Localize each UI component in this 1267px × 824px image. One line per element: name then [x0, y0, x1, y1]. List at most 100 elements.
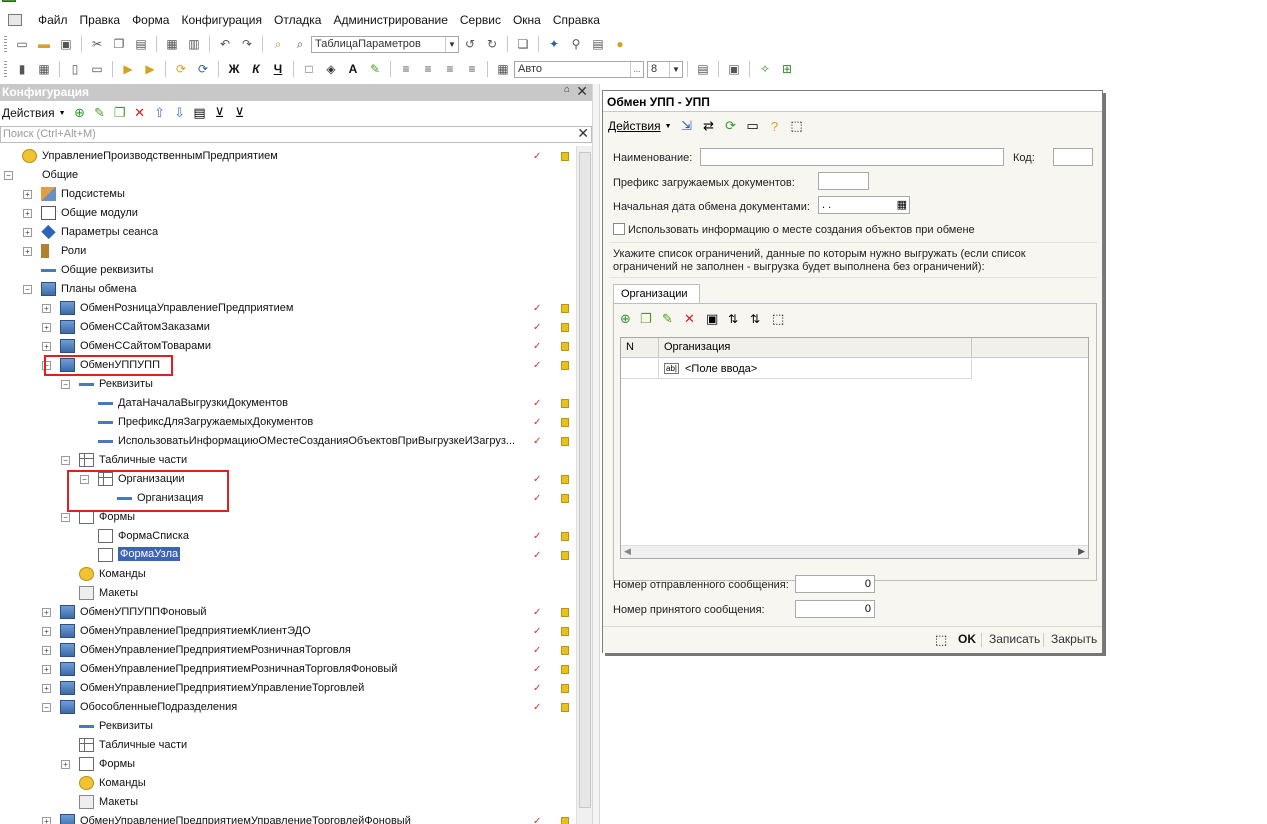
- tree-node[interactable]: ФормаСписка ✓: [0, 527, 576, 546]
- update-icon[interactable]: ⟳: [171, 60, 191, 78]
- delete-icon[interactable]: ✕: [131, 104, 149, 122]
- tree-node-label[interactable]: ОбменУправлениеПредприятиемРозничнаяТорг…: [80, 644, 351, 656]
- menu-edit[interactable]: Правка: [74, 13, 127, 27]
- collapse-icon[interactable]: −: [61, 513, 70, 522]
- syntax-helper-icon[interactable]: ⚲: [566, 35, 586, 53]
- tree-node[interactable]: − Табличные части: [0, 451, 576, 470]
- exchange-icon[interactable]: ⇄: [699, 117, 719, 135]
- compare-icon[interactable]: ▭: [87, 60, 107, 78]
- tree-node[interactable]: ПрефиксДляЗагружаемыхДокументов ✓: [0, 413, 576, 432]
- find-prev-icon[interactable]: ↺: [460, 35, 480, 53]
- scroll-right-icon[interactable]: ▶: [1078, 546, 1085, 557]
- menu-file[interactable]: Файл: [28, 13, 74, 27]
- delete-row-icon[interactable]: ✕: [684, 311, 706, 327]
- expand-icon[interactable]: +: [42, 665, 51, 674]
- chevron-down-icon[interactable]: ▼: [59, 110, 66, 117]
- copy-icon[interactable]: ❐: [109, 35, 129, 53]
- tree-node[interactable]: Табличные части: [0, 736, 576, 755]
- tree-node-label[interactable]: ОбменУправлениеПредприятиемУправлениеТор…: [80, 815, 411, 824]
- refresh-icon[interactable]: ⟳: [721, 117, 741, 135]
- edit-row-icon[interactable]: ✎: [662, 311, 684, 327]
- collapse-icon[interactable]: −: [61, 456, 70, 465]
- export-icon[interactable]: ▣: [724, 60, 744, 78]
- cut-icon[interactable]: ✂: [87, 35, 107, 53]
- tab-organizations[interactable]: Организации: [613, 284, 700, 304]
- grid-icon[interactable]: ▦: [493, 60, 513, 78]
- collapse-icon[interactable]: −: [42, 703, 51, 712]
- expand-icon[interactable]: +: [23, 228, 32, 237]
- paste-icon[interactable]: ▤: [131, 35, 151, 53]
- tree-node[interactable]: + ОбменУправлениеПредприятиемУправлениеТо…: [0, 812, 576, 824]
- prefix-field[interactable]: [818, 172, 869, 190]
- tree-node[interactable]: ФормаУзла ✓: [0, 546, 576, 565]
- run-debug-icon[interactable]: ▶: [118, 60, 138, 78]
- justify-icon[interactable]: ≡: [462, 60, 482, 78]
- sort-asc-icon[interactable]: ⇅: [728, 312, 750, 326]
- expand-icon[interactable]: +: [42, 608, 51, 617]
- tree-node[interactable]: + Общие модули: [0, 204, 576, 223]
- add-row-icon[interactable]: ⊕: [620, 311, 640, 327]
- tree-node-label[interactable]: Планы обмена: [61, 283, 137, 295]
- wizard-icon[interactable]: ✦: [544, 35, 564, 53]
- add-element-icon[interactable]: ⊞: [777, 60, 797, 78]
- highlight-icon[interactable]: ✎: [365, 60, 385, 78]
- sent-number-field[interactable]: 0: [795, 575, 875, 593]
- expand-icon[interactable]: +: [61, 760, 70, 769]
- organizations-grid[interactable]: N Организация ab| <Поле ввода> ◀ ▶: [620, 337, 1089, 559]
- tree-node-label[interactable]: ОбменУправлениеПредприятиемУправлениеТор…: [80, 682, 364, 694]
- column-header-organization[interactable]: Организация: [664, 341, 730, 353]
- tree-node[interactable]: Команды: [0, 565, 576, 584]
- tree-node-label[interactable]: Реквизиты: [99, 720, 153, 732]
- filter-clear-icon[interactable]: ⊻: [231, 104, 249, 122]
- tree-node[interactable]: − ОбособленныеПодразделения ✓: [0, 698, 576, 717]
- menu-service[interactable]: Сервис: [454, 13, 507, 27]
- ellipsis-icon[interactable]: ...: [630, 61, 643, 77]
- close-icon[interactable]: ✕: [576, 83, 588, 100]
- collapse-icon[interactable]: −: [4, 171, 13, 180]
- grid-horizontal-scrollbar[interactable]: ◀ ▶: [621, 545, 1088, 558]
- expand-icon[interactable]: +: [42, 646, 51, 655]
- tree-node[interactable]: − Общие: [0, 166, 576, 185]
- tree-node-label[interactable]: УправлениеПроизводственнымПредприятием: [42, 150, 278, 162]
- system-menu-icon[interactable]: [8, 14, 22, 26]
- post-icon[interactable]: ⇲: [677, 117, 697, 135]
- dotted-frame-icon[interactable]: ⬚: [787, 117, 807, 135]
- scrollbar-thumb[interactable]: [579, 152, 591, 808]
- toolbar-grip[interactable]: [4, 36, 7, 52]
- expand-icon[interactable]: +: [42, 684, 51, 693]
- tree-node-label[interactable]: ДатаНачалаВыгрузкиДокументов: [118, 397, 288, 409]
- tree-node-label[interactable]: ИспользоватьИнформациюОМестеСозданияОбъе…: [118, 435, 515, 447]
- tree-node-label[interactable]: Табличные части: [99, 454, 187, 466]
- tree-search-input[interactable]: Поиск (Ctrl+Alt+M) ✕: [0, 125, 592, 143]
- align-center-icon[interactable]: ≡: [418, 60, 438, 78]
- chevron-down-icon[interactable]: ▼: [669, 61, 682, 77]
- tree-node[interactable]: Реквизиты: [0, 717, 576, 736]
- font-color-icon[interactable]: A: [343, 60, 363, 78]
- calendar-icon[interactable]: ▦: [897, 198, 907, 211]
- redo-icon[interactable]: ↷: [237, 35, 257, 53]
- tree-node-label[interactable]: ФормаСписка: [118, 530, 189, 542]
- tree-node[interactable]: + ОбменССайтомТоварами ✓: [0, 337, 576, 356]
- search-icon[interactable]: ⌕: [290, 35, 310, 53]
- tree-node-label[interactable]: Роли: [61, 245, 86, 257]
- tree-node[interactable]: ИспользоватьИнформациюОМестеСозданияОбъе…: [0, 432, 576, 451]
- help-icon[interactable]: ?: [765, 117, 785, 135]
- tree-node-label[interactable]: Команды: [99, 777, 146, 789]
- collapse-icon[interactable]: −: [23, 285, 32, 294]
- expand-icon[interactable]: +: [42, 627, 51, 636]
- tree-node-label[interactable]: Макеты: [99, 796, 138, 808]
- tree-node-label[interactable]: ОбменССайтомТоварами: [80, 340, 211, 352]
- chevron-down-icon[interactable]: ▼: [665, 123, 672, 130]
- tree-node[interactable]: − Планы обмена: [0, 280, 576, 299]
- tree-node[interactable]: + ОбменУППУППФоновый ✓: [0, 603, 576, 622]
- dotted-frame-icon[interactable]: ⬚: [772, 311, 794, 327]
- fill-color-icon[interactable]: ◈: [321, 60, 341, 78]
- toolbar-grip[interactable]: [4, 61, 7, 77]
- sort-desc-icon[interactable]: ⇅: [750, 312, 772, 326]
- new-icon[interactable]: ▭: [12, 35, 32, 53]
- tree-node[interactable]: Общие реквизиты: [0, 261, 576, 280]
- tree-node-label[interactable]: ОбособленныеПодразделения: [80, 701, 237, 713]
- expand-icon[interactable]: +: [23, 190, 32, 199]
- tree-node[interactable]: УправлениеПроизводственнымПредприятием ✓: [0, 147, 576, 166]
- table-row[interactable]: ab| <Поле ввода>: [621, 359, 972, 379]
